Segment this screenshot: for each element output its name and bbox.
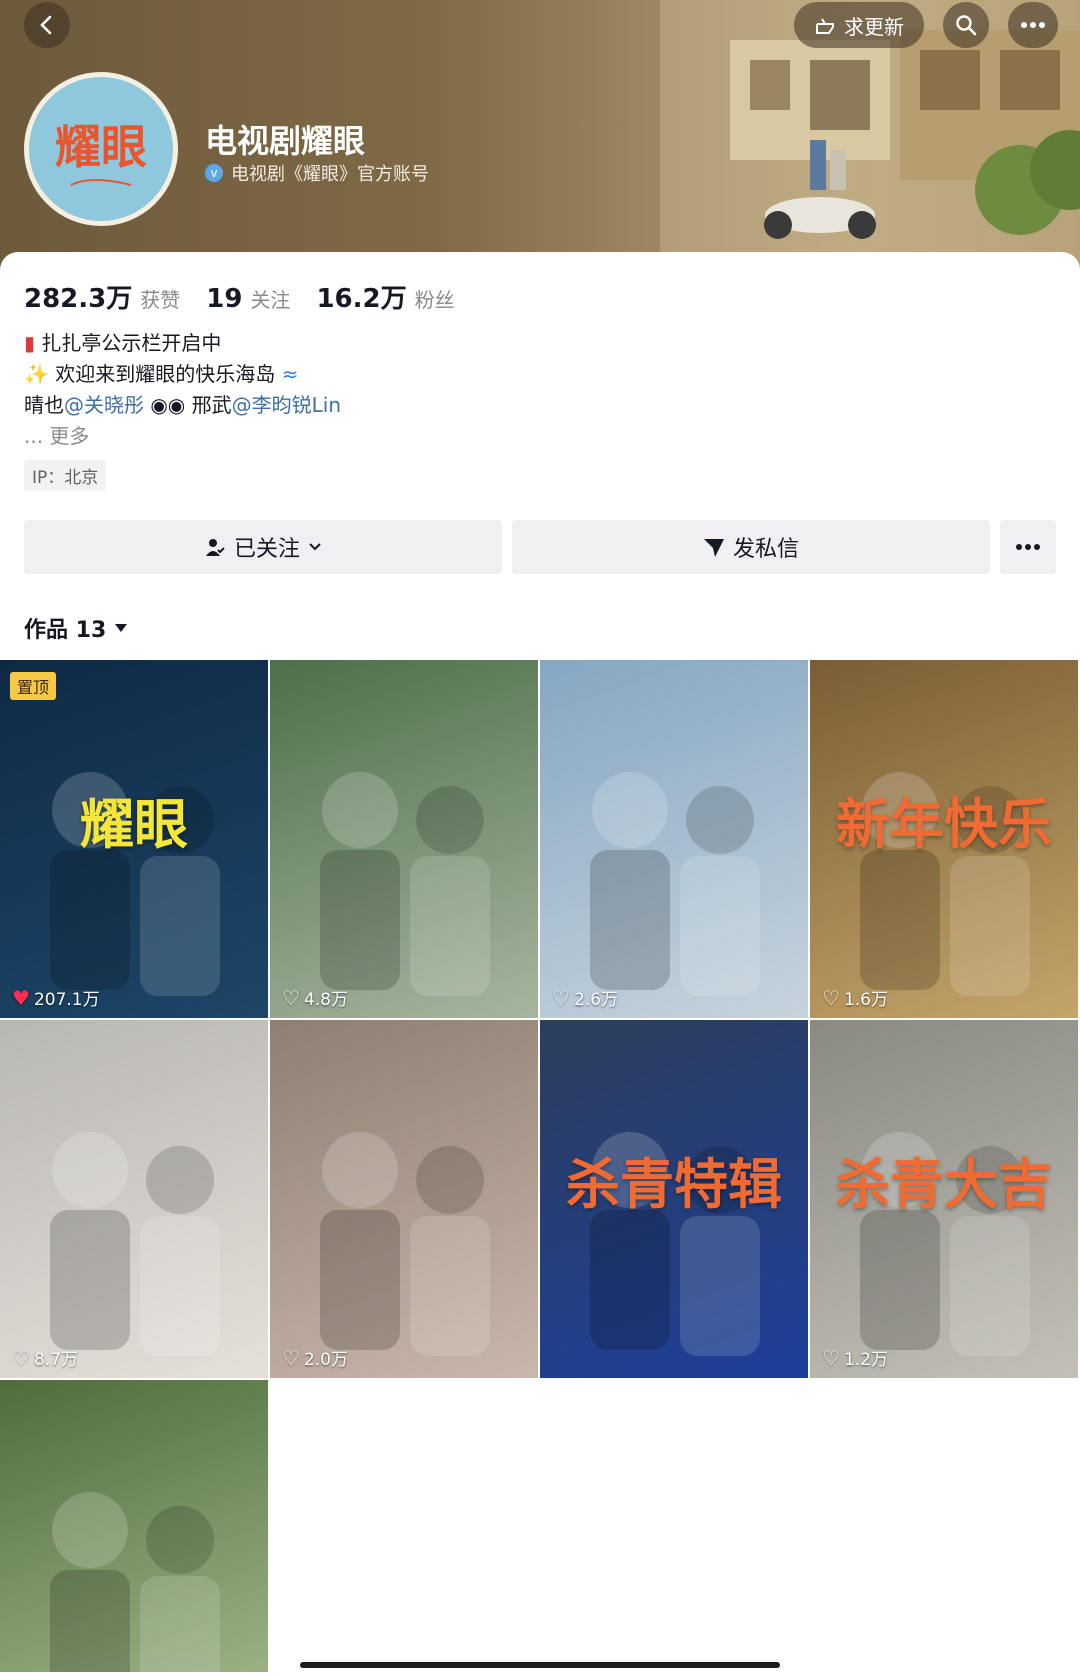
more-actions-button[interactable] (1000, 520, 1056, 574)
video-like-number: 8.7万 (33, 1350, 78, 1370)
mailbox-icon: ▮ (24, 331, 36, 355)
video-thumbnail (320, 772, 490, 996)
eyes-icon: ◉◉ (150, 393, 186, 417)
heart-outline-icon: ♡ (552, 985, 570, 1010)
stats-row: 282.3万 获赞 19 关注 16.2万 粉丝 (24, 278, 481, 315)
video-tile[interactable]: ♡ 2.6万 (540, 660, 808, 1018)
video-like-count: ♡ 8.7万 (12, 1345, 78, 1371)
user-check-icon (205, 539, 225, 556)
send-message-label: 发私信 (732, 537, 799, 562)
search-icon (956, 15, 977, 36)
bio-line-3: 晴也@关晓彤 ◉◉ 邢武@李昀锐Lin (24, 390, 341, 421)
bio-role-2: 邢武 (191, 393, 232, 417)
more-horizontal-icon (1021, 22, 1045, 28)
video-tile[interactable]: 杀青特辑 (540, 1020, 808, 1378)
video-thumbnail (320, 1132, 490, 1356)
verified-badge-icon: v (205, 164, 223, 182)
avatar-logo-image: 耀眼 (55, 122, 147, 186)
video-like-count: ♥ 207.1万 (12, 985, 100, 1011)
works-tab[interactable]: 作品 13 (24, 612, 128, 644)
video-overlay-text: 新年快乐 (836, 795, 1052, 855)
video-thumbnail (50, 1492, 220, 1672)
following-button[interactable]: 已关注 (24, 520, 502, 574)
verification-text: 电视剧《耀眼》官方账号 (231, 164, 429, 185)
video-thumbnail (50, 1132, 220, 1356)
video-tile[interactable]: ♡ 8.7万 (0, 1020, 268, 1378)
pinned-badge: 置顶 (10, 672, 57, 700)
request-update-label: 求更新 (844, 14, 904, 39)
avatar[interactable]: 耀眼 (24, 72, 178, 226)
heart-filled-icon: ♥ (12, 985, 30, 1010)
video-tile[interactable] (0, 1380, 268, 1672)
video-tile[interactable]: ♡ 2.0万 (270, 1020, 538, 1378)
chevron-left-icon (40, 15, 52, 35)
following-button-label: 已关注 (233, 537, 300, 562)
heart-outline-icon: ♡ (822, 1345, 840, 1370)
video-tile[interactable]: 杀青大吉 ♡ 1.2万 (810, 1020, 1078, 1378)
verification-line: v 电视剧《耀眼》官方账号 (205, 160, 429, 186)
ip-location-tag: IP：北京 (24, 460, 107, 491)
heart-outline-icon: ♡ (12, 1345, 30, 1370)
home-indicator (300, 1662, 780, 1668)
account-name: 电视剧耀眼 (205, 122, 366, 160)
avatar-logo-text: 耀眼 (55, 122, 147, 173)
heart-outline-icon: ♡ (282, 985, 300, 1010)
video-like-number: 2.0万 (303, 1350, 348, 1370)
video-overlay-text: 杀青大吉 (836, 1155, 1052, 1215)
video-like-number: 1.6万 (843, 990, 888, 1010)
chevron-down-icon (309, 543, 321, 551)
video-tile[interactable]: 耀眼 置顶 ♥ 207.1万 (0, 660, 268, 1018)
bio-line-1: ▮ 扎扎亭公示栏开启中 (24, 328, 341, 359)
mention-link-2[interactable]: @李昀锐Lin (232, 393, 341, 417)
video-like-number: 207.1万 (33, 990, 100, 1010)
bio: ▮ 扎扎亭公示栏开启中 ✨ 欢迎来到耀眼的快乐海岛 ≈ 晴也@关晓彤 ◉◉ 邢武… (24, 328, 341, 452)
video-like-number: 2.6万 (573, 990, 618, 1010)
following-count[interactable]: 19 (206, 284, 242, 314)
video-overlay-text: 杀青特辑 (566, 1155, 782, 1215)
likes-count: 282.3万 (24, 284, 133, 314)
more-options-button[interactable] (1008, 2, 1058, 48)
mention-link-1[interactable]: @关晓彤 (64, 393, 144, 417)
request-update-button[interactable]: 求更新 (794, 2, 924, 48)
wave-icon: ≈ (281, 362, 299, 386)
video-like-count: ♡ 1.2万 (822, 1345, 888, 1371)
video-tile[interactable]: ♡ 4.8万 (270, 660, 538, 1018)
video-thumbnail (590, 772, 760, 996)
fans-label[interactable]: 粉丝 (415, 284, 455, 313)
video-like-number: 4.8万 (303, 990, 348, 1010)
video-overlay-text: 耀眼 (80, 795, 188, 855)
heart-outline-icon: ♡ (282, 1345, 300, 1370)
video-like-count: ♡ 4.8万 (282, 985, 348, 1011)
works-tab-label: 作品 13 (24, 618, 107, 643)
search-button[interactable] (943, 2, 989, 48)
send-icon (703, 539, 724, 557)
video-like-count: ♡ 1.6万 (822, 985, 888, 1011)
heart-outline-icon: ♡ (822, 985, 840, 1010)
bio-line-2-text: 欢迎来到耀眼的快乐海岛 (55, 362, 276, 386)
fans-count[interactable]: 16.2万 (316, 278, 406, 315)
video-tile[interactable]: 新年快乐 ♡ 1.6万 (810, 660, 1078, 1018)
caret-down-icon (115, 624, 128, 632)
back-button[interactable] (24, 2, 70, 48)
profile-banner: 求更新 耀眼 电视剧耀眼 v 电视剧《耀眼》官方账号 (0, 0, 1080, 270)
video-like-number: 1.2万 (843, 1350, 888, 1370)
send-message-button[interactable]: 发私信 (512, 520, 990, 574)
bio-role-1: 晴也 (24, 393, 64, 417)
video-like-count: ♡ 2.6万 (552, 985, 618, 1011)
sparkles-icon: ✨ (24, 362, 49, 386)
bio-line-1-text: 扎扎亭公示栏开启中 (41, 331, 222, 355)
bio-line-2: ✨ 欢迎来到耀眼的快乐海岛 ≈ (24, 359, 341, 390)
likes-label: 获赞 (140, 288, 181, 312)
video-like-count: ♡ 2.0万 (282, 1345, 348, 1371)
more-horizontal-icon (1016, 544, 1040, 550)
bio-more-link[interactable]: ... 更多 (24, 421, 341, 452)
following-label[interactable]: 关注 (250, 284, 290, 313)
hand-point-icon (816, 18, 834, 34)
